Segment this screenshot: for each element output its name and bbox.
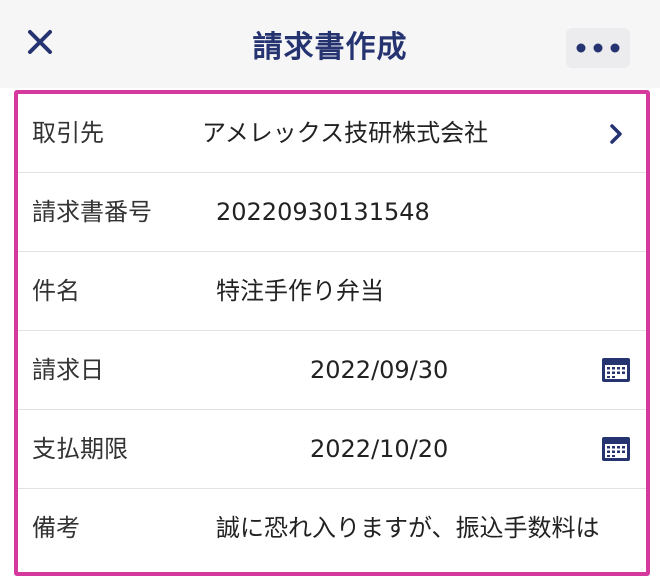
subject-value[interactable]: 特注手作り弁当 (216, 252, 384, 331)
invoice-date-value[interactable]: 2022/09/30 (310, 331, 448, 410)
client-value: アメレックス技研株式会社 (202, 119, 489, 147)
more-options-button[interactable] (566, 28, 630, 68)
memo-row[interactable]: 備考 誠に恐れ入りますが、振込手数料は (18, 489, 646, 568)
memo-label: 備考 (32, 514, 80, 542)
client-row[interactable]: 取引先 アメレックス技研株式会社 (18, 94, 646, 173)
due-date-row[interactable]: 支払期限 2022/10/20 (18, 410, 646, 489)
invoice-number-label: 請求書番号 (32, 198, 152, 226)
subject-label: 件名 (32, 277, 80, 305)
header-bar: 請求書作成 (0, 0, 660, 88)
invoice-date-row[interactable]: 請求日 2022/09/30 (18, 331, 646, 410)
calendar-icon[interactable] (600, 434, 632, 464)
invoice-number-row[interactable]: 請求書番号 20220930131548 (18, 173, 646, 252)
invoice-number-value[interactable]: 20220930131548 (216, 173, 430, 252)
page-title: 請求書作成 (252, 30, 408, 65)
due-date-label: 支払期限 (32, 435, 128, 463)
invoice-create-screen: 請求書作成 取引先 アメレックス技研株式会社 請求書番号 20220930131… (0, 0, 660, 578)
invoice-form: 取引先 アメレックス技研株式会社 請求書番号 20220930131548 件名… (14, 90, 650, 576)
due-date-value[interactable]: 2022/10/20 (310, 410, 448, 489)
memo-value[interactable]: 誠に恐れ入りますが、振込手数料は (216, 489, 646, 568)
calendar-icon[interactable] (600, 355, 632, 385)
client-label: 取引先 (32, 119, 104, 147)
chevron-right-icon (610, 124, 622, 144)
more-horizontal-icon (576, 43, 620, 53)
subject-row[interactable]: 件名 特注手作り弁当 (18, 252, 646, 331)
invoice-date-label: 請求日 (32, 356, 104, 384)
